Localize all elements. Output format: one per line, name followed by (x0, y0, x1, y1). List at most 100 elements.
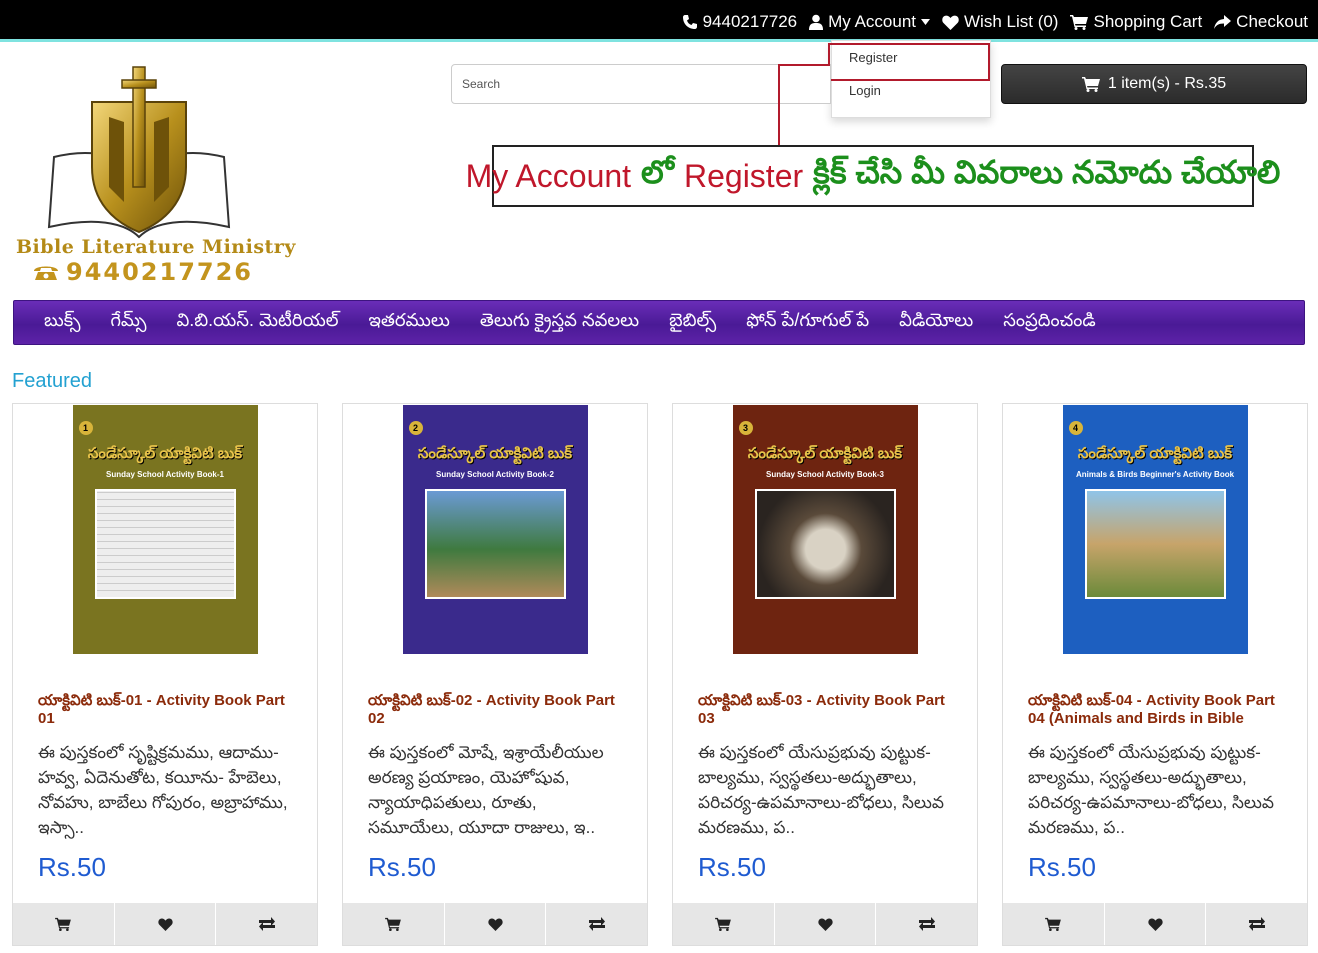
cart-summary-button[interactable]: 1 item(s) - Rs.35 (1001, 64, 1307, 104)
compare-button[interactable] (546, 903, 648, 945)
nav-item-others[interactable]: ఇతరములు (369, 310, 450, 335)
nav-item-payments[interactable]: ఫోన్ పే/గూగుల్ పే (746, 310, 869, 335)
callout-instruction: క్లిక్ చేసి మీ వివరాలు నమోదు చేయాలి (813, 153, 1281, 190)
cover-title: సండేస్కూల్ యాక్టివిటి బుక్ (747, 445, 903, 462)
phone-number: 9440217726 (702, 12, 798, 31)
product-cover-image[interactable]: 1 సండేస్కూల్ యాక్టివిటి బుక్ Sunday Scho… (72, 405, 258, 654)
product-description: ఈ పుస్తకంలో యేసుప్రభువు పుట్టుక-బాల్యము,… (1028, 743, 1274, 837)
nav-item-novels[interactable]: తెలుగు క్రైస్తవ నవలలు (480, 310, 639, 335)
add-to-wishlist-button[interactable] (114, 903, 217, 945)
product-body: యాక్టివిటి బుక్-02 - Activity Book Part … (343, 654, 647, 883)
add-to-cart-button[interactable] (1003, 903, 1105, 945)
featured-heading: Featured (12, 370, 93, 392)
product-actions (13, 903, 318, 945)
cover-subtitle: Sunday School Activity Book-2 (436, 470, 554, 479)
annotation-connector-vertical (778, 64, 780, 146)
compare-button[interactable] (876, 903, 978, 945)
top-bar: 9440217726 My Account Wish List (0) Shop… (0, 0, 1318, 42)
logo-phone-number: 9440217726 (66, 258, 253, 286)
user-icon (809, 14, 824, 30)
wishlist-label: Wish List (0) (964, 12, 1059, 31)
cover-number: 2 (408, 421, 423, 435)
cover-number: 1 (78, 421, 93, 435)
cover-artwork (1084, 489, 1226, 599)
callout-lo: లో (641, 153, 674, 190)
shopping-cart-label: Shopping Cart (1093, 12, 1203, 31)
cart-summary-label: 1 item(s) - Rs.35 (1107, 75, 1227, 92)
main-nav: బుక్స్ గేమ్స్ వి.బి.యస్. మెటీరియల్ ఇతరము… (13, 300, 1305, 345)
login-menu-item[interactable]: Login (832, 74, 990, 107)
shopping-cart-link[interactable]: Shopping Cart (1070, 12, 1202, 32)
cover-number: 3 (738, 421, 753, 435)
product-card: 1 సండేస్కూల్ యాక్టివిటి బుక్ Sunday Scho… (12, 403, 318, 946)
nav-item-videos[interactable]: వీడియోలు (899, 310, 973, 335)
product-name[interactable]: యాక్టివిటి బుక్-03 - Activity Book Part … (698, 692, 952, 728)
cover-artwork (754, 489, 896, 599)
register-instruction-callout: My Account లో Register క్లిక్ చేసి మీ వి… (466, 145, 1280, 207)
cover-title: సండేస్కూల్ యాక్టివిటి బుక్ (417, 445, 573, 462)
product-card: 3 సండేస్కూల్ యాక్టివిటి బుక్ Sunday Scho… (672, 403, 978, 946)
product-description: ఈ పుస్తకంలో మోషే, ఇశ్రాయేలీయుల అరణ్య ప్ర… (368, 743, 604, 837)
product-card: 2 సండేస్కూల్ యాక్టివిటి బుక్ Sunday Scho… (342, 403, 648, 946)
exchange-icon (258, 917, 275, 931)
product-cover-image[interactable]: 3 సండేస్కూల్ యాక్టివిటి బుక్ Sunday Scho… (732, 405, 918, 654)
product-actions (1003, 903, 1308, 945)
caret-down-icon (921, 19, 931, 25)
product-name[interactable]: యాక్టివిటి బుక్-01 - Activity Book Part … (38, 692, 292, 728)
add-to-cart-button[interactable] (673, 903, 775, 945)
add-to-wishlist-button[interactable] (774, 903, 877, 945)
cover-subtitle: Sunday School Activity Book-1 (106, 470, 224, 479)
cover-subtitle: Sunday School Activity Book-3 (766, 470, 884, 479)
top-links: 9440217726 My Account Wish List (0) Shop… (682, 12, 1308, 32)
nav-item-games[interactable]: గేమ్స్ (110, 310, 146, 335)
wishlist-link[interactable]: Wish List (0) (942, 12, 1058, 32)
heart-icon (817, 918, 833, 931)
cover-subtitle: Animals & Birds Beginner's Activity Book (1075, 470, 1235, 479)
register-menu-item[interactable]: Register (832, 41, 990, 74)
heart-icon (487, 918, 503, 931)
phone-link[interactable]: 9440217726 (682, 12, 798, 32)
cart-icon (55, 917, 72, 931)
heart-icon (157, 918, 173, 931)
cover-artwork (424, 489, 566, 599)
nav-item-bibles[interactable]: బైబిల్స్ (669, 310, 716, 335)
compare-button[interactable] (216, 903, 318, 945)
add-to-cart-button[interactable] (343, 903, 445, 945)
product-description: ఈ పుస్తకంలో యేసుప్రభువు పుట్టుక-బాల్యము,… (698, 743, 944, 837)
heart-icon (942, 15, 959, 30)
nav-item-vbs-material[interactable]: వి.బి.యస్. మెటీరియల్ (177, 310, 339, 335)
share-icon (1214, 14, 1232, 29)
product-price: Rs.50 (1028, 852, 1096, 882)
exchange-icon (1248, 917, 1265, 931)
product-cover-image[interactable]: 4 సండేస్కూల్ యాక్టివిటి బుక్ Animals & B… (1062, 405, 1248, 654)
annotation-connector-horizontal (778, 64, 830, 66)
add-to-wishlist-button[interactable] (1104, 903, 1207, 945)
my-account-link[interactable]: My Account (809, 12, 931, 32)
account-dropdown: Register Login (831, 40, 991, 118)
cart-icon (1081, 77, 1100, 92)
checkout-label: Checkout (1236, 12, 1308, 31)
add-to-wishlist-button[interactable] (444, 903, 547, 945)
cart-icon (715, 917, 732, 931)
product-actions (673, 903, 978, 945)
compare-button[interactable] (1206, 903, 1308, 945)
product-body: యాక్టివిటి బుక్-04 - Activity Book Part … (1003, 654, 1307, 883)
callout-my-account: My Account (465, 157, 632, 194)
product-name[interactable]: యాక్టివిటి బుక్-04 - Activity Book Part … (1028, 692, 1282, 728)
heart-icon (1147, 918, 1163, 931)
product-body: యాక్టివిటి బుక్-01 - Activity Book Part … (13, 654, 317, 883)
product-cover-image[interactable]: 2 సండేస్కూల్ యాక్టివిటి బుక్ Sunday Scho… (402, 405, 588, 654)
product-actions (343, 903, 648, 945)
product-price: Rs.50 (38, 852, 106, 882)
cart-icon (1045, 917, 1062, 931)
cover-artwork (94, 489, 236, 599)
product-name[interactable]: యాక్టివిటి బుక్-02 - Activity Book Part … (368, 692, 622, 728)
nav-item-contact[interactable]: సంప్రదించండి (1003, 310, 1096, 335)
add-to-cart-button[interactable] (13, 903, 115, 945)
exchange-icon (588, 917, 605, 931)
logo-phone: 9440217726 (32, 258, 253, 286)
checkout-link[interactable]: Checkout (1214, 12, 1308, 32)
cart-icon (385, 917, 402, 931)
nav-item-books[interactable]: బుక్స్ (44, 310, 80, 335)
search-input[interactable] (451, 64, 831, 104)
